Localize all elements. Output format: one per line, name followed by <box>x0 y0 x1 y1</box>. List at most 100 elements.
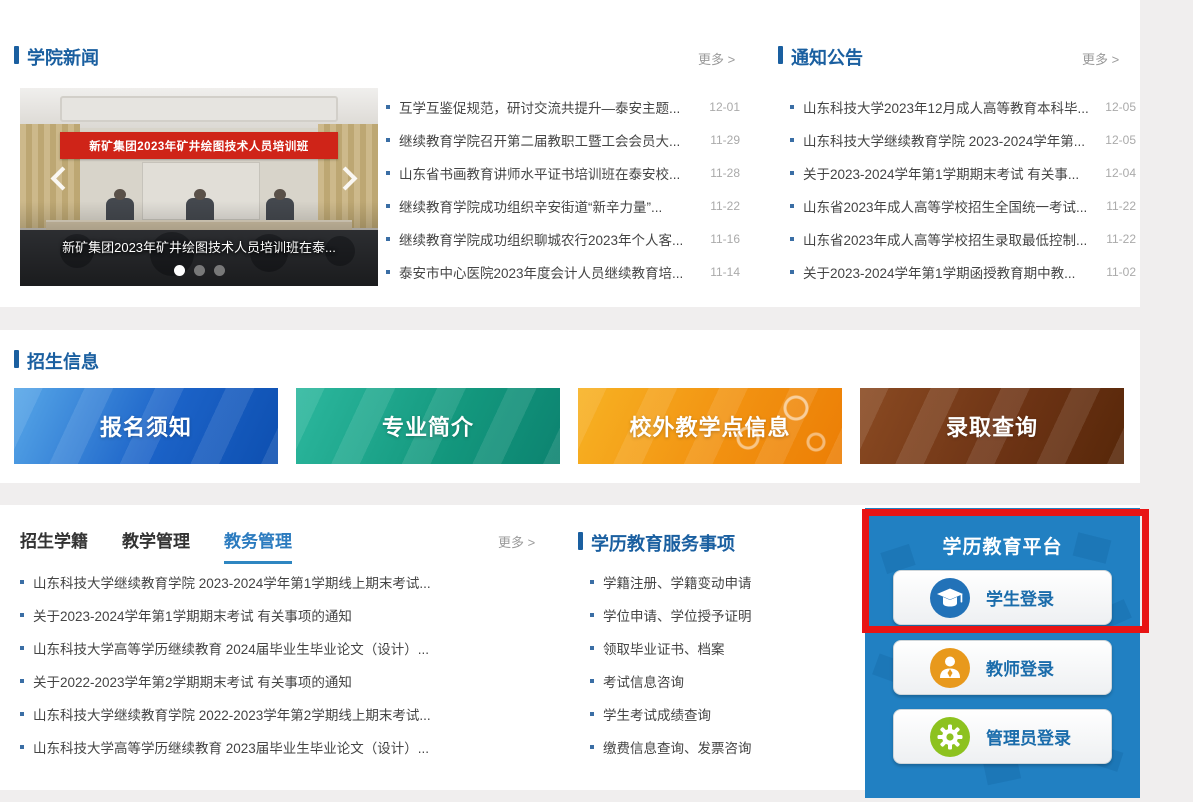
teacher-login-label: 教师登录 <box>986 655 1054 680</box>
bullet-icon <box>386 105 390 109</box>
bullet-icon <box>20 745 24 749</box>
list-item[interactable]: 考试信息咨询 <box>590 664 840 697</box>
management-more-link[interactable]: 更多 > <box>498 532 535 551</box>
admin-login-button[interactable]: 管理员登录 <box>893 709 1112 764</box>
list-item[interactable]: 山东科技大学继续教育学院 2022-2023学年第2学期线上期末考试... <box>20 697 530 730</box>
banner-signup-guide[interactable]: 报名须知 <box>14 388 278 464</box>
notice-link[interactable]: 山东科技大学2023年12月成人高等教育本科毕... <box>803 97 1095 117</box>
news-link[interactable]: 互学互鉴促规范，研讨交流共提升—泰安主题... <box>399 97 699 117</box>
notice-link[interactable]: 关于2023-2024学年第1学期函授教育期中教... <box>803 262 1096 282</box>
list-item[interactable]: 山东省书画教育讲师水平证书培训班在泰安校... 11-28 <box>386 156 740 189</box>
list-item[interactable]: 学籍注册、学籍变动申请 <box>590 565 840 598</box>
list-item[interactable]: 山东科技大学高等学历继续教育 2024届毕业生毕业论文（设计）... <box>20 631 530 664</box>
management-link[interactable]: 关于2022-2023学年第2学期期末考试 有关事项的通知 <box>33 671 530 691</box>
service-link[interactable]: 学生考试成绩查询 <box>603 704 840 724</box>
management-list: 山东科技大学继续教育学院 2023-2024学年第1学期线上期末考试... 关于… <box>20 565 530 763</box>
bullet-icon <box>790 237 794 241</box>
notice-link[interactable]: 关于2023-2024学年第1学期期末考试 有关事... <box>803 163 1095 183</box>
section-bar <box>14 46 19 64</box>
management-link[interactable]: 山东科技大学高等学历继续教育 2023届毕业生毕业论文（设计）... <box>33 737 530 757</box>
bullet-icon <box>590 679 594 683</box>
bullet-icon <box>20 580 24 584</box>
service-link[interactable]: 缴费信息查询、发票咨询 <box>603 737 840 757</box>
list-item[interactable]: 关于2022-2023学年第2学期期末考试 有关事项的通知 <box>20 664 530 697</box>
banner-admission-query[interactable]: 录取查询 <box>860 388 1124 464</box>
student-login-label: 学生登录 <box>986 585 1054 610</box>
banner-label: 专业简介 <box>382 410 474 442</box>
tab-teaching-management[interactable]: 教学管理 <box>122 527 190 564</box>
bullet-icon <box>20 646 24 650</box>
news-date: 11-29 <box>710 133 740 147</box>
service-link[interactable]: 学位申请、学位授予证明 <box>603 605 840 625</box>
list-item[interactable]: 山东科技大学继续教育学院 2023-2024学年第1学期线上期末考试... <box>20 565 530 598</box>
student-login-button[interactable]: 学生登录 <box>893 570 1112 625</box>
news-more-link[interactable]: 更多 > <box>698 49 735 68</box>
management-link[interactable]: 关于2023-2024学年第1学期期末考试 有关事项的通知 <box>33 605 530 625</box>
banner-major-intro[interactable]: 专业简介 <box>296 388 560 464</box>
carousel-caption[interactable]: 新矿集团2023年矿井绘图技术人员培训班在泰... <box>20 237 378 256</box>
education-platform-panel: 学历教育平台 学生登录 教师登录 <box>865 508 1140 798</box>
bullet-icon <box>20 712 24 716</box>
tab-admission-enrollment[interactable]: 招生学籍 <box>20 527 88 564</box>
teacher-person-icon <box>930 648 970 688</box>
service-link[interactable]: 考试信息咨询 <box>603 671 840 691</box>
bullet-icon <box>790 171 794 175</box>
news-link[interactable]: 继续教育学院召开第二届教职工暨工会会员大... <box>399 130 700 150</box>
bullet-icon <box>386 204 390 208</box>
list-item[interactable]: 学位申请、学位授予证明 <box>590 598 840 631</box>
notice-more-link[interactable]: 更多 > <box>1082 49 1119 68</box>
notice-link[interactable]: 山东省2023年成人高等学校招生全国统一考试... <box>803 196 1096 216</box>
list-item[interactable]: 关于2023-2024学年第1学期期末考试 有关事项的通知 <box>20 598 530 631</box>
list-item[interactable]: 缴费信息查询、发票咨询 <box>590 730 840 763</box>
bullet-icon <box>20 613 24 617</box>
list-item[interactable]: 领取毕业证书、档案 <box>590 631 840 664</box>
banner-offsite-teaching-points[interactable]: 校外教学点信息 <box>578 388 842 464</box>
news-date: 11-16 <box>710 232 740 246</box>
bullet-icon <box>386 171 390 175</box>
carousel-dot[interactable] <box>194 265 205 276</box>
notice-date: 12-04 <box>1105 166 1136 180</box>
list-item[interactable]: 继续教育学院成功组织聊城农行2023年个人客... 11-16 <box>386 222 740 255</box>
carousel-photo-ceiling-inset <box>60 96 338 122</box>
news-link[interactable]: 继续教育学院成功组织辛安街道“新辛力量”... <box>399 196 700 216</box>
carousel-photo-banner-text: 新矿集团2023年矿井绘图技术人员培训班 <box>60 132 338 159</box>
service-link[interactable]: 领取毕业证书、档案 <box>603 638 840 658</box>
notice-link[interactable]: 山东科技大学继续教育学院 2023-2024学年第... <box>803 130 1095 150</box>
list-item[interactable]: 学生考试成绩查询 <box>590 697 840 730</box>
bottom-panel: 招生学籍 教学管理 教务管理 更多 > 山东科技大学继续教育学院 2023-20… <box>0 505 1140 790</box>
list-item[interactable]: 山东省2023年成人高等学校招生全国统一考试...11-22 <box>790 189 1136 222</box>
list-item[interactable]: 关于2023-2024学年第1学期期末考试 有关事... 12-04 <box>790 156 1136 189</box>
list-item[interactable]: 继续教育学院召开第二届教职工暨工会会员大... 11-29 <box>386 123 740 156</box>
news-carousel[interactable]: 新矿集团2023年矿井绘图技术人员培训班 新矿集团2023年矿井绘图技术人员培训… <box>20 88 378 286</box>
news-link[interactable]: 泰安市中心医院2023年度会计人员继续教育培... <box>399 262 700 282</box>
bullet-icon <box>790 138 794 142</box>
top-panel: 学院新闻 更多 > 新矿集团2023年矿井绘图技术人员培训班 新矿集团2023年… <box>0 0 1140 307</box>
list-item[interactable]: 山东科技大学2023年12月成人高等教育本科毕...12-05 <box>790 90 1136 123</box>
list-item[interactable]: 山东科技大学继续教育学院 2023-2024学年第...12-05 <box>790 123 1136 156</box>
graduation-cap-icon <box>930 578 970 618</box>
news-date: 11-14 <box>710 265 740 279</box>
teacher-login-button[interactable]: 教师登录 <box>893 640 1112 695</box>
service-link[interactable]: 学籍注册、学籍变动申请 <box>603 572 840 592</box>
management-link[interactable]: 山东科技大学高等学历继续教育 2024届毕业生毕业论文（设计）... <box>33 638 530 658</box>
tab-academic-affairs[interactable]: 教务管理 <box>224 527 292 564</box>
bullet-icon <box>790 270 794 274</box>
news-link[interactable]: 山东省书画教育讲师水平证书培训班在泰安校... <box>399 163 700 183</box>
management-tabs: 招生学籍 教学管理 教务管理 <box>20 527 292 564</box>
management-link[interactable]: 山东科技大学继续教育学院 2023-2024学年第1学期线上期末考试... <box>33 572 530 592</box>
carousel-dot[interactable] <box>174 265 185 276</box>
carousel-dot[interactable] <box>214 265 225 276</box>
bullet-icon <box>590 745 594 749</box>
management-link[interactable]: 山东科技大学继续教育学院 2022-2023学年第2学期线上期末考试... <box>33 704 530 724</box>
list-item[interactable]: 山东省2023年成人高等学校招生录取最低控制... 11-22 <box>790 222 1136 255</box>
list-item[interactable]: 继续教育学院成功组织辛安街道“新辛力量”...11-22 <box>386 189 740 222</box>
list-item[interactable]: 互学互鉴促规范，研讨交流共提升—泰安主题...12-01 <box>386 90 740 123</box>
list-item[interactable]: 山东科技大学高等学历继续教育 2023届毕业生毕业论文（设计）... <box>20 730 530 763</box>
list-item[interactable]: 泰安市中心医院2023年度会计人员继续教育培... 11-14 <box>386 255 740 288</box>
notice-date: 11-22 <box>1106 232 1136 246</box>
news-date: 11-28 <box>710 166 740 180</box>
notice-link[interactable]: 山东省2023年成人高等学校招生录取最低控制... <box>803 229 1096 249</box>
news-link[interactable]: 继续教育学院成功组织聊城农行2023年个人客... <box>399 229 700 249</box>
list-item[interactable]: 关于2023-2024学年第1学期函授教育期中教...11-02 <box>790 255 1136 288</box>
section-bar <box>778 46 783 64</box>
